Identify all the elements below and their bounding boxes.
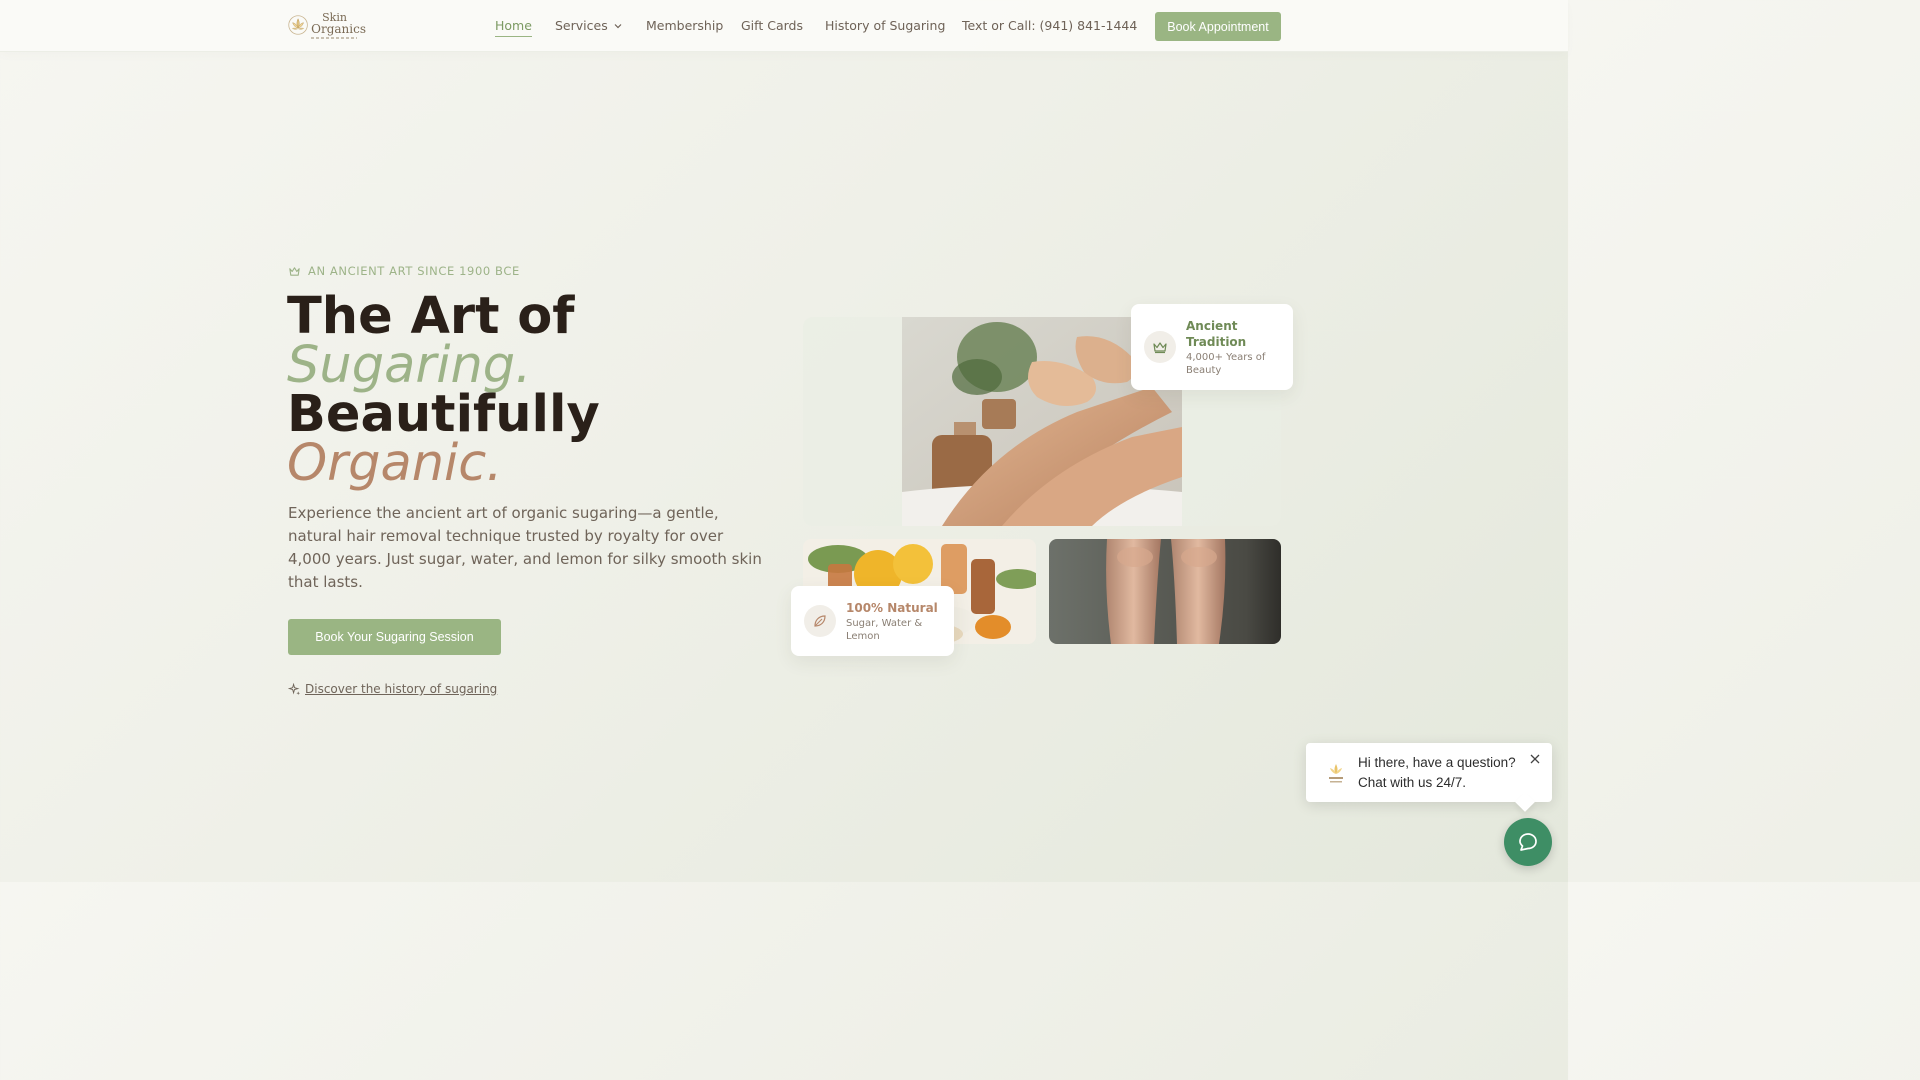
brand-logo[interactable]: Skin Organics [288, 10, 366, 40]
natural-badge: 100% Natural Sugar, Water & Lemon [791, 586, 954, 656]
history-link-text: Discover the history of sugaring [305, 682, 498, 696]
book-appointment-button[interactable]: Book Appointment [1155, 12, 1281, 41]
hero-description: Experience the ancient art of organic su… [288, 504, 762, 591]
discover-history-link[interactable]: Discover the history of sugaring [288, 682, 497, 696]
smooth-legs-photo [1049, 539, 1281, 644]
crown-icon [1153, 342, 1167, 354]
chat-popup-tail [1515, 792, 1535, 812]
nav-history[interactable]: History of Sugaring [825, 18, 945, 33]
book-sugaring-session-button[interactable]: Book Your Sugaring Session [288, 619, 501, 655]
chat-avatar [1319, 756, 1353, 790]
eyebrow-text: AN ANCIENT ART SINCE 1900 BCE [308, 264, 520, 278]
lotus-logo-icon [1329, 764, 1343, 783]
brand-name-line2: Organics [311, 21, 366, 36]
hero-headline: The Art of Sugaring. Beautifully Organic… [287, 287, 600, 493]
nav-home[interactable]: Home [495, 18, 532, 37]
tradition-subtitle: 4,000+ Years of Beauty [1186, 351, 1266, 376]
nav-gift-cards[interactable]: Gift Cards [741, 18, 803, 33]
nav-services[interactable]: Services [555, 18, 623, 33]
nav-services-label: Services [555, 18, 608, 33]
chat-popup[interactable]: Hi there, have a question? Chat with us … [1306, 743, 1552, 812]
nav-membership[interactable]: Membership [646, 18, 723, 33]
lotus-logo-icon [288, 15, 308, 35]
leaf-icon [814, 615, 826, 627]
chat-icon [1519, 833, 1537, 851]
chevron-down-icon [614, 24, 622, 29]
ancient-tradition-badge: Ancient Tradition 4,000+ Years of Beauty [1131, 304, 1293, 390]
tradition-title: Ancient Tradition [1186, 318, 1247, 349]
nav-phone[interactable]: Text or Call: (941) 841-1444 [962, 18, 1137, 33]
close-icon[interactable] [1529, 753, 1541, 765]
brand-name-line1: Skin [322, 10, 347, 24]
chat-line2: Chat with us 24/7. [1358, 774, 1467, 790]
sparkle-icon [288, 682, 301, 695]
crown-icon [289, 266, 300, 276]
headline-line1: The Art of [287, 287, 575, 346]
headline-line2: Sugaring. [287, 336, 532, 395]
logo-tagline-decor [311, 36, 358, 39]
top-navbar: Skin Organics Home Services Membership G… [0, 0, 1568, 52]
natural-subtitle: Sugar, Water & Lemon [846, 617, 923, 642]
chat-line1: Hi there, have a question? [1358, 755, 1516, 770]
chat-launcher-button[interactable] [1504, 818, 1552, 866]
hero-eyebrow: AN ANCIENT ART SINCE 1900 BCE [288, 264, 520, 278]
headline-line4: Organic. [287, 434, 503, 493]
natural-title: 100% Natural [846, 600, 938, 615]
headline-line3: Beautifully [287, 385, 600, 444]
